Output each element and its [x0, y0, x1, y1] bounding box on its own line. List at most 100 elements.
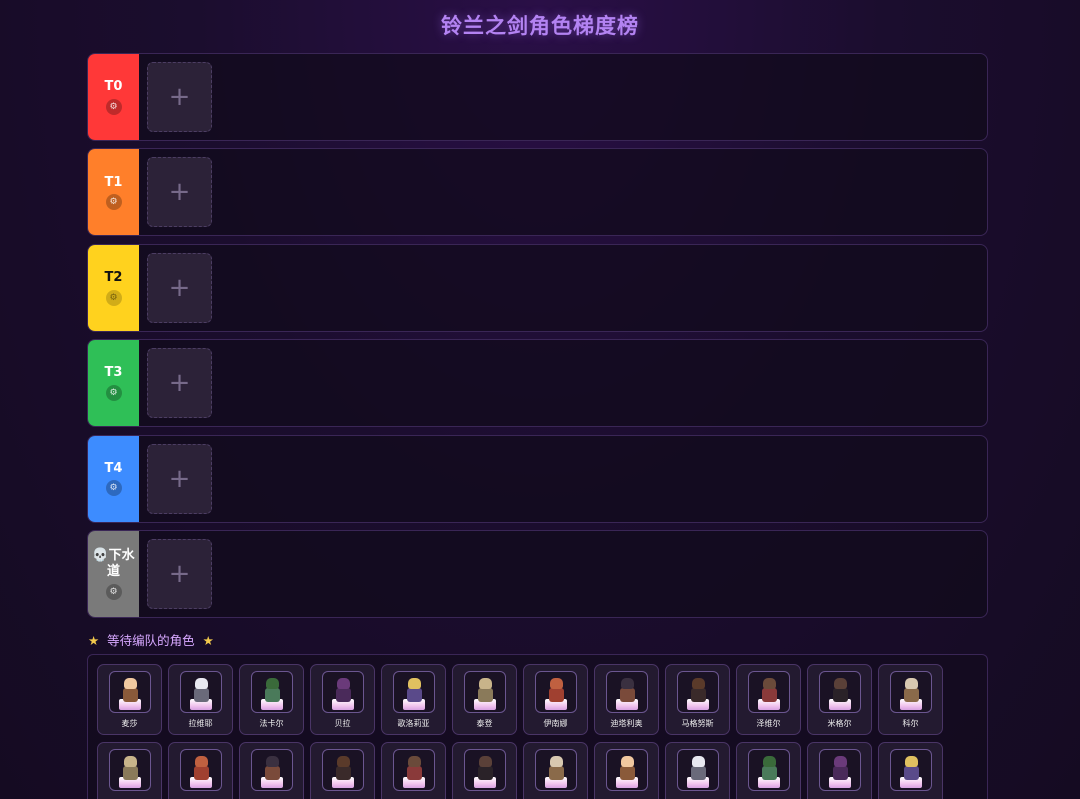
character-card[interactable] — [381, 742, 446, 799]
character-name: 科尔 — [902, 719, 919, 728]
tier-name: 💀下水道 — [92, 548, 135, 579]
character-card[interactable] — [452, 742, 517, 799]
character-portrait — [392, 671, 435, 713]
character-portrait — [818, 671, 861, 713]
tier-list: T0 ⚙ + T1 ⚙ + T2 ⚙ + T3 ⚙ + T4 ⚙ + 💀下水道 … — [87, 53, 988, 625]
gear-icon[interactable]: ⚙ — [105, 384, 122, 401]
add-character-button[interactable]: + — [147, 62, 212, 132]
character-name: 泰登 — [476, 719, 493, 728]
character-card[interactable]: 贝拉 — [310, 664, 375, 735]
gear-icon[interactable]: ⚙ — [105, 583, 122, 600]
character-card[interactable]: 泰登 — [452, 664, 517, 735]
character-portrait — [889, 671, 932, 713]
tier-name: T2 — [104, 269, 123, 285]
character-portrait — [463, 749, 506, 791]
character-card[interactable] — [736, 742, 801, 799]
character-card[interactable] — [807, 742, 872, 799]
character-portrait — [179, 671, 222, 713]
character-portrait — [250, 749, 293, 791]
character-portrait — [676, 749, 719, 791]
star-icon: ★ — [202, 633, 214, 648]
character-card[interactable]: 迪塔利奥 — [594, 664, 659, 735]
character-portrait — [605, 749, 648, 791]
character-card[interactable] — [878, 742, 943, 799]
character-card[interactable] — [665, 742, 730, 799]
gear-icon[interactable]: ⚙ — [105, 289, 122, 306]
character-card[interactable]: 法卡尔 — [239, 664, 304, 735]
character-portrait — [108, 749, 151, 791]
add-character-button[interactable]: + — [147, 252, 212, 323]
character-pool[interactable]: 麦莎 拉维耶 法卡尔 贝拉 歌洛莉亚 泰登 伊南娜 迪塔利奥 马格努斯 泽维尔 米格尔 科尔 — [87, 654, 988, 799]
character-name: 泽维尔 — [756, 719, 781, 728]
character-portrait — [747, 749, 790, 791]
character-card[interactable] — [239, 742, 304, 799]
tier-dropzone[interactable]: + — [139, 149, 987, 235]
tier-label[interactable]: T2 ⚙ — [88, 244, 139, 331]
character-name: 马格努斯 — [681, 719, 714, 728]
add-character-button[interactable]: + — [147, 443, 212, 514]
character-card[interactable] — [97, 742, 162, 799]
tier-label[interactable]: T0 ⚙ — [88, 54, 139, 140]
character-card[interactable]: 伊南娜 — [523, 664, 588, 735]
character-portrait — [818, 749, 861, 791]
character-name: 歌洛莉亚 — [397, 719, 430, 728]
tier-dropzone[interactable]: + — [139, 245, 987, 331]
character-name: 麦莎 — [121, 719, 138, 728]
character-portrait — [534, 671, 577, 713]
character-portrait — [179, 749, 222, 791]
tier-dropzone[interactable]: + — [139, 340, 987, 426]
tier-row-t1: T1 ⚙ + — [87, 148, 988, 237]
character-card[interactable] — [310, 742, 375, 799]
tier-label[interactable]: T3 ⚙ — [88, 340, 139, 427]
character-portrait — [321, 671, 364, 713]
tier-row-sewer: 💀下水道 ⚙ + — [87, 529, 988, 618]
gear-icon[interactable]: ⚙ — [105, 480, 122, 497]
tier-name: T0 — [104, 79, 123, 95]
character-card[interactable] — [168, 742, 233, 799]
add-character-button[interactable]: + — [147, 538, 212, 609]
star-icon: ★ — [88, 633, 100, 648]
character-card[interactable]: 马格努斯 — [665, 664, 730, 735]
pool-heading: ★ 等待编队的角色 ★ — [88, 630, 214, 649]
add-character-button[interactable]: + — [147, 157, 212, 228]
page-title: 铃兰之剑角色梯度榜 — [441, 14, 639, 38]
tier-row-t4: T4 ⚙ + — [87, 434, 988, 523]
character-portrait — [676, 671, 719, 713]
character-portrait — [250, 671, 293, 713]
character-portrait — [605, 671, 648, 713]
gear-icon[interactable]: ⚙ — [105, 194, 122, 211]
tier-row-t0: T0 ⚙ + — [87, 53, 988, 141]
character-portrait — [392, 749, 435, 791]
character-name: 法卡尔 — [259, 719, 284, 728]
tier-dropzone[interactable]: + — [139, 54, 987, 140]
character-card[interactable]: 泽维尔 — [736, 664, 801, 735]
add-character-button[interactable]: + — [147, 348, 212, 419]
character-card[interactable]: 歌洛莉亚 — [381, 664, 446, 735]
tier-row-t3: T3 ⚙ + — [87, 339, 988, 428]
character-name: 迪塔利奥 — [610, 719, 643, 728]
character-card[interactable]: 拉维耶 — [168, 664, 233, 735]
pool-heading-text: 等待编队的角色 — [107, 633, 195, 648]
tier-name: T4 — [104, 460, 123, 476]
tier-dropzone[interactable]: + — [139, 531, 987, 617]
tier-name: T3 — [104, 365, 123, 381]
character-portrait — [747, 671, 790, 713]
character-card[interactable]: 米格尔 — [807, 664, 872, 735]
character-name: 贝拉 — [334, 719, 351, 728]
tier-name: T1 — [104, 174, 123, 190]
character-card[interactable]: 科尔 — [878, 664, 943, 735]
gear-icon[interactable]: ⚙ — [105, 98, 122, 115]
character-portrait — [889, 749, 932, 791]
character-name: 拉维耶 — [188, 719, 213, 728]
tier-label[interactable]: 💀下水道 ⚙ — [88, 530, 139, 617]
character-portrait — [321, 749, 364, 791]
tier-label[interactable]: T4 ⚙ — [88, 435, 139, 522]
character-portrait — [108, 671, 151, 713]
character-card[interactable] — [594, 742, 659, 799]
character-card[interactable]: 麦莎 — [97, 664, 162, 735]
character-card[interactable] — [523, 742, 588, 799]
tier-row-t2: T2 ⚙ + — [87, 243, 988, 332]
tier-dropzone[interactable]: + — [139, 436, 987, 522]
character-portrait — [463, 671, 506, 713]
tier-label[interactable]: T1 ⚙ — [88, 149, 139, 236]
